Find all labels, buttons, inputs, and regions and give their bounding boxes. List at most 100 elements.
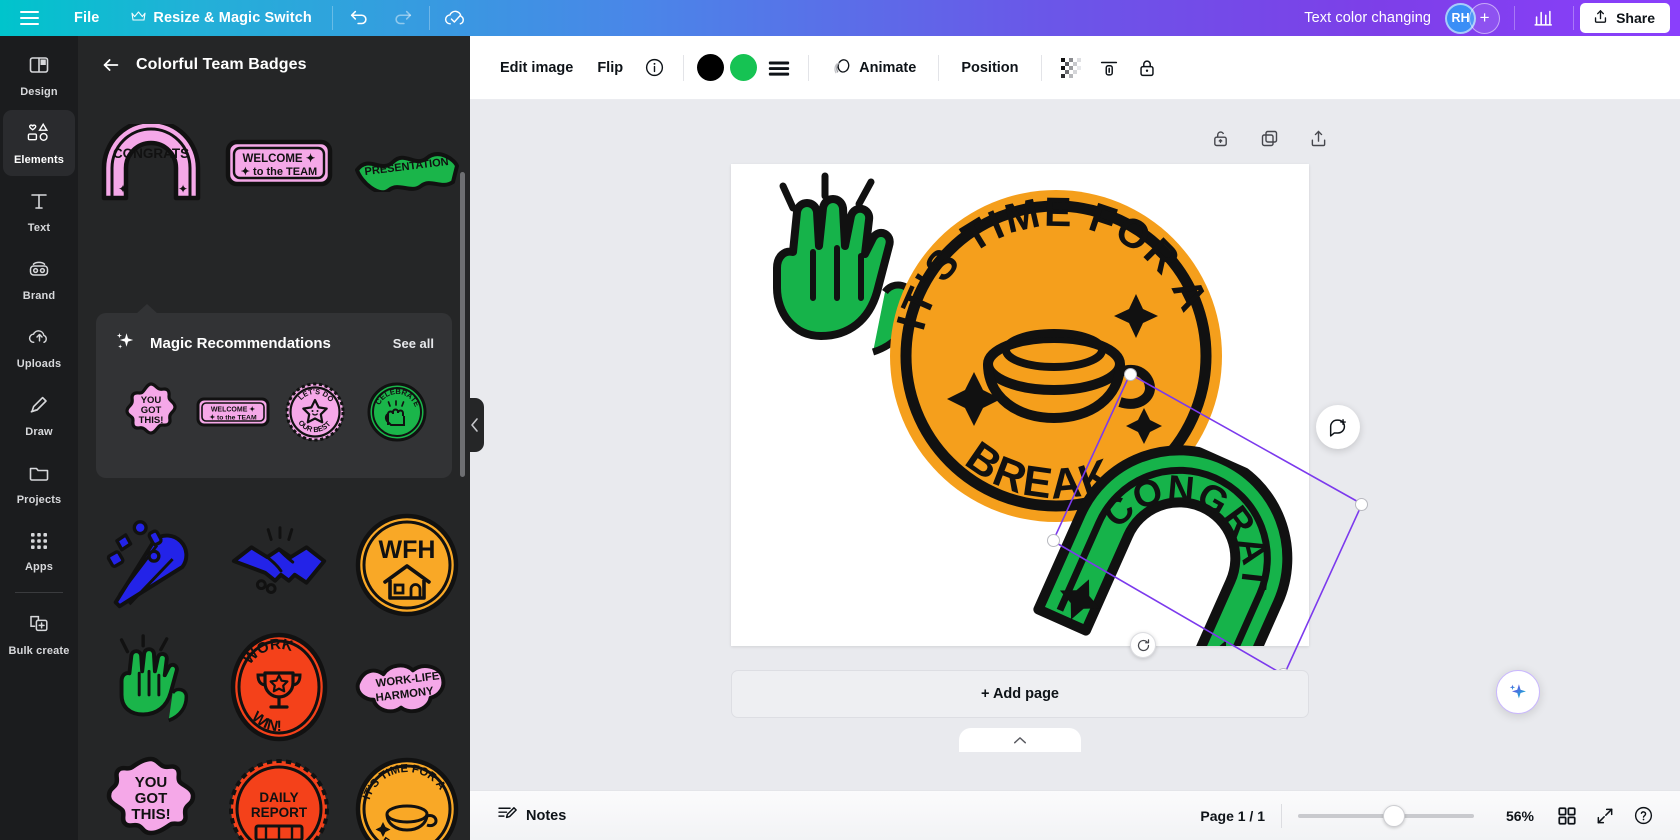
list-lines-icon[interactable] bbox=[760, 51, 798, 85]
undo-icon[interactable] bbox=[337, 0, 381, 36]
info-circle-icon[interactable] bbox=[635, 51, 673, 85]
selection-handle-top[interactable] bbox=[1124, 368, 1137, 381]
svg-text:WELCOME ✦: WELCOME ✦ bbox=[211, 406, 255, 414]
see-all-link[interactable]: See all bbox=[393, 336, 434, 351]
fullscreen-icon[interactable] bbox=[1586, 799, 1624, 833]
transparency-checker-icon[interactable] bbox=[1052, 51, 1090, 85]
help-circle-icon[interactable] bbox=[1624, 799, 1662, 833]
badge-handshake[interactable] bbox=[224, 510, 334, 620]
sidebar-item-label: Uploads bbox=[16, 357, 62, 370]
text-t-icon bbox=[27, 189, 51, 218]
notes-button[interactable]: Notes bbox=[488, 797, 574, 834]
svg-text:✦: ✦ bbox=[118, 182, 128, 196]
sidebar-item-projects[interactable]: Projects bbox=[3, 450, 75, 516]
zoom-slider[interactable] bbox=[1298, 804, 1474, 827]
animate-button[interactable]: Animate bbox=[819, 51, 928, 85]
badge-work-life-harmony[interactable]: WORK-LIFE HARMONY bbox=[352, 632, 462, 742]
sidebar-item-label: Projects bbox=[16, 493, 62, 506]
add-page-button[interactable]: + Add page bbox=[731, 670, 1309, 718]
magic-celebrate[interactable]: CELEBRATE bbox=[360, 376, 434, 448]
badge-work-win[interactable]: WORK WIN! bbox=[224, 632, 334, 742]
tune-icon[interactable] bbox=[1090, 51, 1128, 85]
magic-recommendations-row: YOU GOT THIS! WELCOME ✦ ✦ to the TEAM LE… bbox=[114, 376, 434, 448]
sidebar-item-text[interactable]: Text bbox=[3, 178, 75, 244]
grid-view-icon[interactable] bbox=[1548, 799, 1586, 833]
zoom-knob[interactable] bbox=[1383, 804, 1405, 827]
magic-sparkle-icon[interactable] bbox=[1496, 670, 1540, 714]
badge-daily-report[interactable]: DAILY REPORT bbox=[224, 754, 334, 840]
file-menu-label: File bbox=[74, 10, 100, 26]
document-title[interactable]: Text color changing bbox=[1304, 10, 1431, 26]
elements-panel: Colorful Team Badges CONGRATS ✦ ✦ WELCOM… bbox=[78, 36, 470, 840]
animate-label: Animate bbox=[859, 59, 917, 76]
badge-you-got-this[interactable]: YOU GOT THIS! bbox=[96, 754, 206, 840]
notes-pencil-icon bbox=[496, 803, 517, 828]
sidebar-item-brand[interactable]: Brand bbox=[3, 246, 75, 312]
panel-header: Colorful Team Badges bbox=[78, 36, 470, 94]
panel-collapse-toggle[interactable] bbox=[466, 398, 484, 452]
resize-magic-switch-label: Resize & Magic Switch bbox=[153, 10, 312, 26]
sidebar-item-uploads[interactable]: Uploads bbox=[3, 314, 75, 380]
selection-handle-left[interactable] bbox=[1047, 534, 1060, 547]
lock-icon[interactable] bbox=[1128, 51, 1166, 85]
file-menu[interactable]: File bbox=[58, 0, 115, 36]
canvas-area[interactable]: IT'S TIME FOR A BREAK CONGRATS + Add pag… bbox=[470, 100, 1680, 840]
badge-presentation-green[interactable]: PRESENTATION bbox=[352, 108, 462, 218]
unlock-icon[interactable] bbox=[1210, 128, 1231, 154]
canva-editor: File Resize & Magic Switch Text color ch… bbox=[0, 0, 1680, 840]
magic-lets-do-our-best[interactable]: LET'S DO OUR BEST bbox=[278, 376, 352, 448]
topbar-divider-4 bbox=[1573, 6, 1575, 30]
flip-button[interactable]: Flip bbox=[585, 51, 635, 85]
share-button[interactable]: Share bbox=[1580, 3, 1670, 33]
badge-row: YOU GOT THIS! DAILY REPORT IT'S TIME FOR… bbox=[96, 754, 459, 840]
sidebar-item-bulk-create[interactable]: Bulk create bbox=[3, 601, 75, 667]
rotate-icon[interactable] bbox=[1130, 632, 1156, 658]
zoom-value[interactable]: 56% bbox=[1496, 808, 1534, 824]
magic-you-got-this[interactable]: YOU GOT THIS! bbox=[114, 376, 188, 448]
bar-chart-icon[interactable] bbox=[1521, 0, 1565, 36]
sidebar-item-label: Bulk create bbox=[8, 644, 70, 657]
magic-recommendations-title: Magic Recommendations bbox=[150, 335, 331, 352]
chevron-up-icon[interactable] bbox=[959, 728, 1081, 752]
hamburger-icon[interactable] bbox=[0, 0, 58, 36]
toolbar-sep-4 bbox=[1040, 54, 1042, 81]
sidebar-item-design[interactable]: Design bbox=[3, 42, 75, 108]
selection-handle-right[interactable] bbox=[1355, 498, 1368, 511]
resize-magic-switch-button[interactable]: Resize & Magic Switch bbox=[115, 0, 327, 36]
add-page-label: + Add page bbox=[980, 686, 1059, 702]
sidebar-item-apps[interactable]: Apps bbox=[3, 518, 75, 584]
design-page[interactable]: IT'S TIME FOR A BREAK CONGRATS bbox=[731, 164, 1309, 646]
expand-page-icon[interactable] bbox=[1308, 128, 1329, 154]
collaborator-avatars: RH + bbox=[1445, 2, 1501, 34]
redo-icon[interactable] bbox=[381, 0, 425, 36]
color-swatch-black[interactable] bbox=[697, 54, 725, 81]
badge-row: CONGRATS ✦ ✦ WELCOME ✦ ✦ to the TEAM PRE… bbox=[96, 108, 459, 218]
badge-break[interactable]: IT'S TIME FOR A BREAK bbox=[352, 754, 462, 840]
sidebar-item-draw[interactable]: Draw bbox=[3, 382, 75, 448]
position-button[interactable]: Position bbox=[949, 51, 1030, 85]
panel-scrollbar[interactable] bbox=[460, 172, 465, 477]
add-collaborator-button[interactable]: + bbox=[1469, 2, 1501, 34]
edit-image-label: Edit image bbox=[500, 59, 574, 76]
sidebar-item-elements[interactable]: Elements bbox=[3, 110, 75, 176]
badge-congrats-pink[interactable]: CONGRATS ✦ ✦ bbox=[96, 108, 206, 218]
duplicate-icon[interactable] bbox=[1259, 128, 1280, 154]
edit-image-button[interactable]: Edit image bbox=[488, 51, 585, 85]
badge-party-popper[interactable] bbox=[96, 510, 206, 620]
badge-wfh[interactable]: WFH bbox=[352, 510, 462, 620]
arrow-left-icon[interactable] bbox=[100, 54, 122, 76]
topbar-divider-3 bbox=[1514, 6, 1516, 30]
bottombar-divider bbox=[1281, 803, 1282, 828]
folder-icon bbox=[27, 461, 51, 490]
share-upload-icon bbox=[1592, 8, 1609, 28]
cloud-check-icon[interactable] bbox=[434, 0, 478, 36]
color-swatch-green[interactable] bbox=[730, 54, 758, 81]
sidebar-item-label: Draw bbox=[25, 425, 53, 438]
badge-welcome-pink[interactable]: WELCOME ✦ ✦ to the TEAM bbox=[224, 108, 334, 218]
cloud-upload-icon bbox=[27, 325, 52, 354]
object-toolbar: Edit image Flip Animate Position bbox=[470, 36, 1680, 100]
sidebar-item-label: Apps bbox=[24, 560, 54, 573]
comment-plus-icon[interactable] bbox=[1316, 405, 1360, 449]
badge-high-five[interactable] bbox=[96, 632, 206, 742]
magic-welcome[interactable]: WELCOME ✦ ✦ to the TEAM bbox=[196, 376, 270, 448]
